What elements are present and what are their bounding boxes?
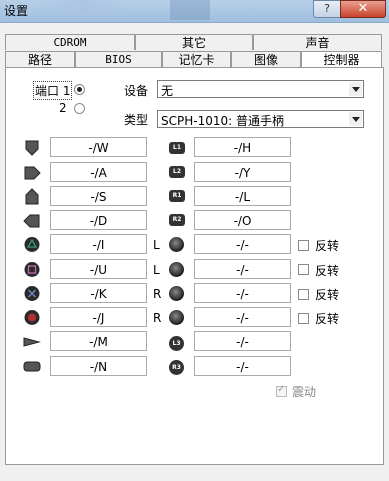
invert-checkbox[interactable] [298,264,309,275]
key-binding-r1[interactable]: -/L [194,186,291,206]
key-binding-circle[interactable]: -/J [50,307,147,327]
tab-cdrom[interactable]: CDROM [5,34,135,50]
title-bar: 设置 ? ✕ [0,0,389,23]
invert-checkbox[interactable] [298,289,309,300]
invert-label: 反转 [315,264,340,278]
key-binding-l2[interactable]: -/Y [194,162,291,182]
stick-side-label: R [153,287,162,301]
key-binding-d-pad-right[interactable]: -/A [50,162,147,182]
chevron-down-icon[interactable] [349,82,362,96]
invert-label: 反转 [315,312,340,326]
tab-path[interactable]: 路径 [5,51,75,67]
key-binding-d-pad-left[interactable]: -/D [50,210,147,230]
right-stick-vertical-icon [169,310,184,325]
tab-other[interactable]: 其它 [135,34,253,50]
triangle-button-icon [24,237,40,252]
device-label: 设备 [124,84,149,98]
left-stick-horizontal-icon [169,237,184,252]
key-binding-triangle[interactable]: -/I [50,234,147,254]
key-binding-l1[interactable]: -/H [194,137,291,157]
key-binding-r3[interactable]: -/- [194,356,291,376]
select-button-icon [23,337,41,347]
key-binding-l3[interactable]: -/- [194,331,291,351]
key-binding-d-pad-down[interactable]: -/S [50,186,147,206]
key-binding-start[interactable]: -/N [50,356,147,376]
close-button[interactable]: ✕ [340,0,386,18]
tab-sound[interactable]: 声音 [253,34,382,50]
d-pad-right-icon [24,166,41,180]
stick-side-label: R [153,311,162,325]
tab-graphics[interactable]: 图像 [231,51,301,67]
type-value: SCPH-1010: 普通手柄 [161,114,284,128]
d-pad-down-icon [25,188,39,205]
key-binding-square[interactable]: -/U [50,259,147,279]
chevron-down-icon[interactable] [349,112,362,126]
cross-button-icon [24,286,40,301]
port-2-radio[interactable] [74,103,85,114]
key-binding-left-stick-x[interactable]: -/- [194,234,291,254]
device-select[interactable]: 无 [157,80,364,98]
start-button-icon [23,361,41,372]
tab-controller[interactable]: 控制器 [301,51,382,68]
key-binding-right-stick-x[interactable]: -/- [194,283,291,303]
circle-button-icon [24,310,40,325]
invert-checkbox[interactable] [298,313,309,324]
key-binding-d-pad-up[interactable]: -/W [50,137,147,157]
stick-side-label: L [153,238,160,252]
d-pad-left-icon [23,214,40,228]
key-binding-left-stick-y[interactable]: -/- [194,259,291,279]
window-title: 设置 [4,4,29,18]
tab-row-front: 路径 BIOS 记忆卡 图像 控制器 [5,51,382,68]
vibration-checkbox[interactable] [276,384,287,397]
right-stick-horizontal-icon [169,286,184,301]
vibration-label: 震动 [292,385,317,399]
tab-row-back: CDROM 其它 声音 [5,34,382,50]
invert-label: 反转 [315,288,340,302]
type-select[interactable]: SCPH-1010: 普通手柄 [157,110,364,128]
key-binding-cross[interactable]: -/K [50,283,147,303]
l2-button-icon: L2 [169,166,185,178]
invert-checkbox[interactable] [298,240,309,251]
r3-button-icon: R3 [169,360,184,375]
port-1-radio[interactable] [74,84,85,95]
r2-button-icon: R2 [169,214,185,226]
port-1-label[interactable]: 端口 1 [33,81,73,100]
left-stick-vertical-icon [169,262,184,277]
help-button[interactable]: ? [313,0,341,18]
controller-panel: 端口 1 2 设备 无 类型 SCPH-1010: 普通手柄 -/W -/A -… [5,67,384,465]
device-value: 无 [161,84,174,98]
stick-side-label: L [153,263,160,277]
invert-label: 反转 [315,239,340,253]
square-button-icon [24,262,40,277]
key-binding-select[interactable]: -/M [50,331,147,351]
l1-button-icon: L1 [169,142,185,154]
d-pad-up-icon [25,140,39,156]
tab-bios[interactable]: BIOS [75,51,162,67]
key-binding-right-stick-y[interactable]: -/- [194,307,291,327]
tab-memory-card[interactable]: 记忆卡 [162,51,231,67]
port-2-label[interactable]: 2 [59,101,67,115]
l3-button-icon: L3 [169,336,184,351]
key-binding-r2[interactable]: -/O [194,210,291,230]
r1-button-icon: R1 [169,190,185,202]
type-label: 类型 [124,113,149,127]
